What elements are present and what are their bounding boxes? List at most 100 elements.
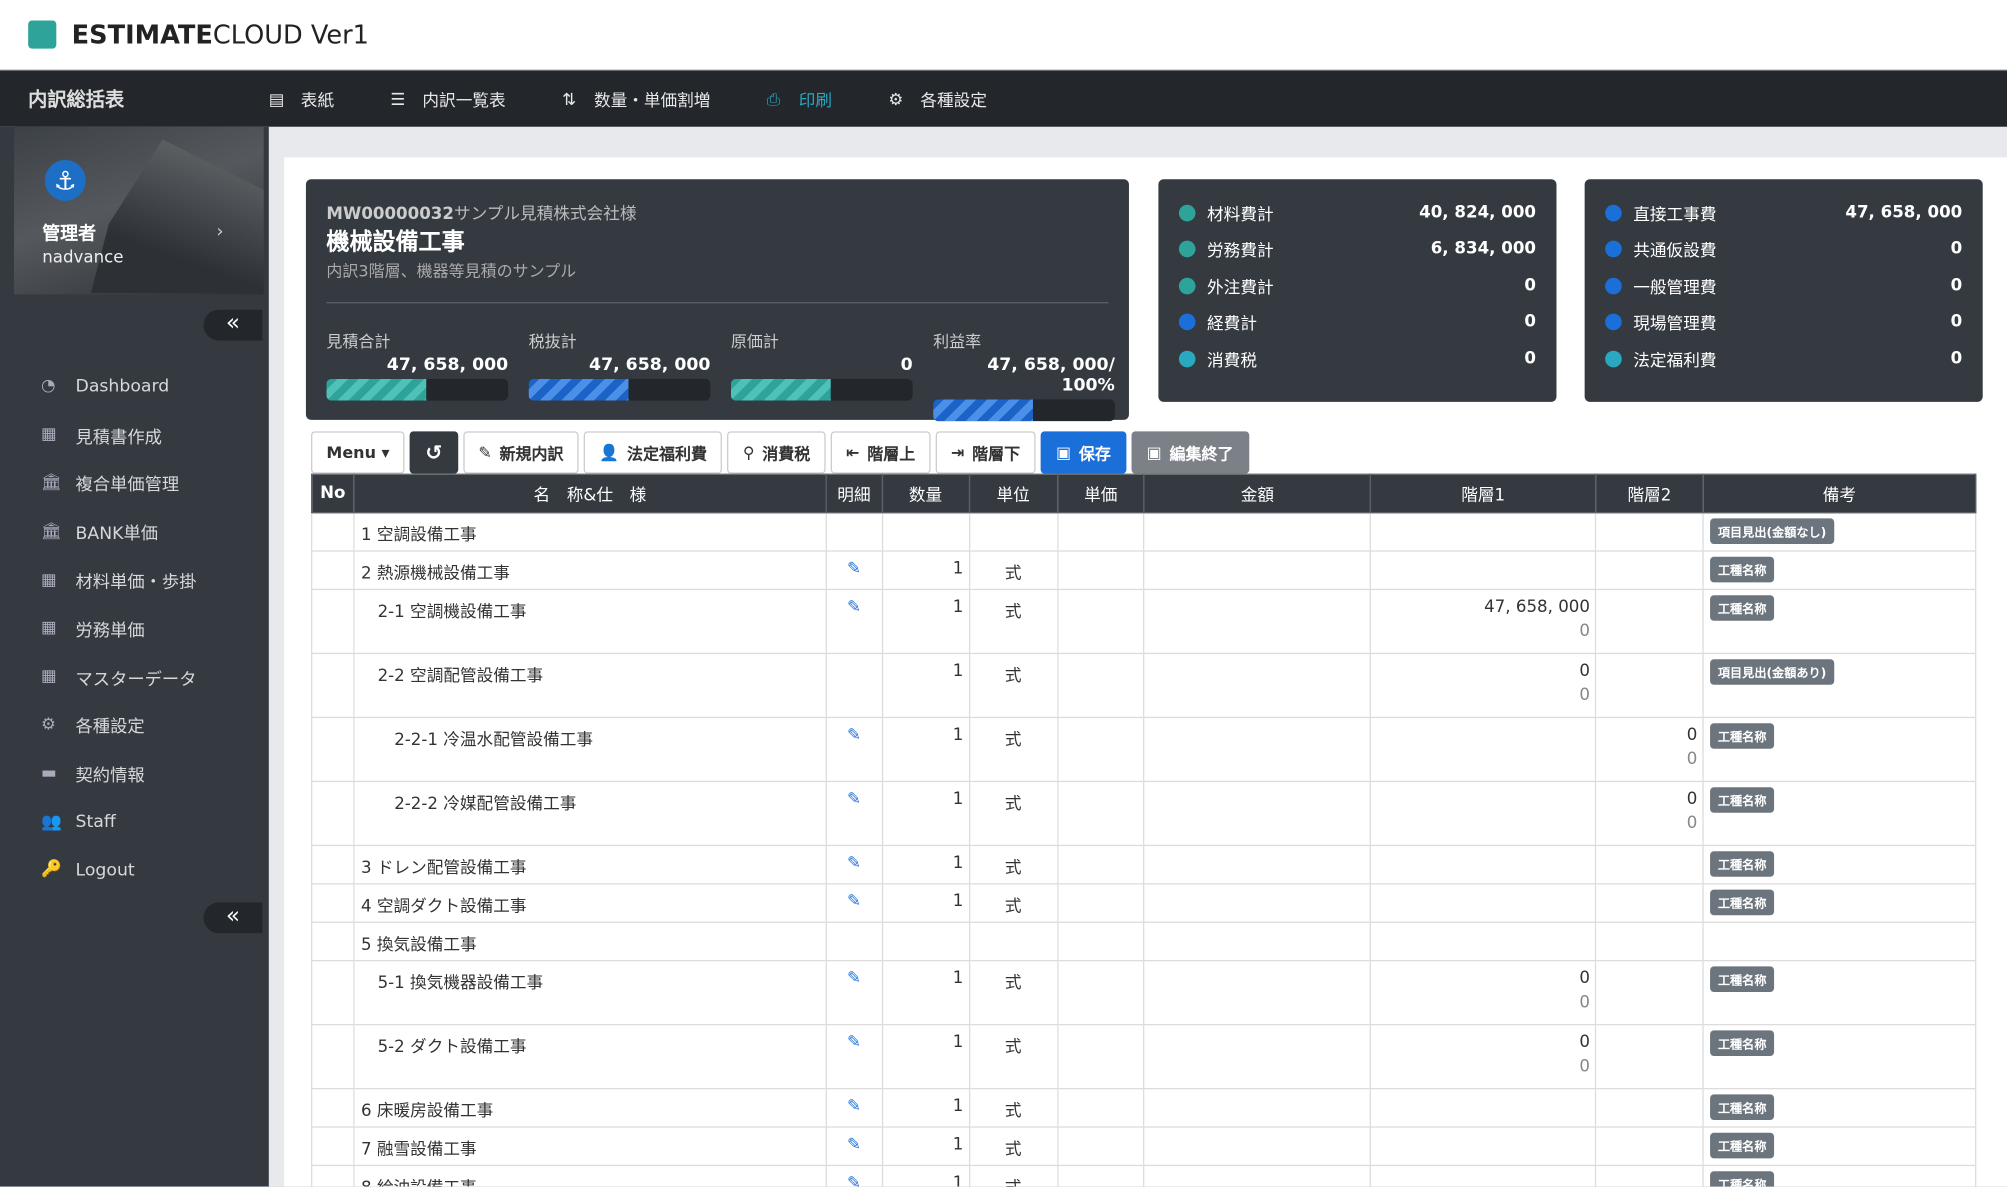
table-row[interactable]: 6 床暖房設備工事 ✎ 1 式 工種名称 <box>311 1088 1977 1128</box>
type-badge[interactable]: 工種名称 <box>1710 723 1775 749</box>
table-row[interactable]: 2-2-1 冷温水配管設備工事 ✎ 1 式 00 工種名称 <box>311 716 1977 783</box>
nav-item-0[interactable]: ▤ 表紙 <box>269 86 334 110</box>
detail-cell[interactable]: ✎ <box>825 588 883 655</box>
table-row[interactable]: 2 熱源機械設備工事 ✎ 1 式 工種名称 <box>311 550 1977 591</box>
sidebar-item-1[interactable]: ▦ 見積書作成 <box>0 411 269 459</box>
detail-cell[interactable]: ✎ <box>825 550 883 591</box>
table-icon: ▦ <box>40 570 57 590</box>
row-name: 8 給油設備工事 <box>353 1164 827 1187</box>
table-row[interactable]: 2-1 空調機設備工事 ✎ 1 式 47, 658, 000 0 工種名称 <box>311 588 1977 655</box>
sidebar-item-7[interactable]: ⚙ 各種設定 <box>0 701 269 749</box>
stat-progress-bar <box>326 378 509 401</box>
edit-icon[interactable]: ✎ <box>847 559 861 578</box>
remarks-cell: 工種名称 <box>1702 1024 1977 1090</box>
sidebar-item-3[interactable]: 🏛 BANK単価 <box>0 507 269 555</box>
chevron-right-icon[interactable]: › <box>216 221 223 241</box>
type-badge[interactable]: 工種名称 <box>1710 1094 1775 1120</box>
detail-cell[interactable]: ✎ <box>825 1024 883 1090</box>
detail-cell[interactable]: ✎ <box>825 1164 883 1187</box>
type-badge[interactable]: 工種名称 <box>1710 1030 1775 1056</box>
sidebar-item-5[interactable]: ▦ 労務単価 <box>0 604 269 652</box>
detail-cell[interactable]: ✎ <box>825 780 883 847</box>
amount-cell <box>1143 921 1372 962</box>
type-badge[interactable]: 工種名称 <box>1710 966 1775 992</box>
sidebar-item-9[interactable]: 👥 Staff <box>0 798 269 846</box>
edit-icon[interactable]: ✎ <box>847 598 861 617</box>
level1-cell <box>1369 550 1597 591</box>
table-row[interactable]: 2-2 空調配管設備工事 1 式 00 項目見出(金額あり) <box>311 652 1977 719</box>
nav-item-3[interactable]: ⎙ 印刷 <box>767 86 832 110</box>
undo-button[interactable]: ↺ <box>410 431 458 474</box>
sidebar-collapse-button[interactable]: « <box>203 309 263 341</box>
save-button[interactable]: ▣ 保存 <box>1040 431 1127 474</box>
edit-icon[interactable]: ✎ <box>847 1033 861 1052</box>
level-up-button[interactable]: ⇤ 階層上 <box>830 431 931 474</box>
type-badge[interactable]: 工種名称 <box>1710 787 1775 813</box>
sidebar-collapse-button-bottom[interactable]: « <box>203 902 263 934</box>
unit-price-cell <box>1056 588 1145 655</box>
finish-editing-button[interactable]: ▣ 編集終了 <box>1131 431 1249 474</box>
detail-cell[interactable]: ✎ <box>825 844 883 885</box>
amount-cell <box>1143 550 1372 591</box>
nav-item-2[interactable]: ⇅ 数量・単価割増 <box>562 86 711 110</box>
detail-cell[interactable]: ✎ <box>825 1088 883 1128</box>
edit-icon[interactable]: ✎ <box>847 969 861 988</box>
edit-icon[interactable]: ✎ <box>847 1174 861 1187</box>
table-row[interactable]: 5 換気設備工事 <box>311 921 1977 962</box>
sidebar-item-6[interactable]: ▦ マスターデータ <box>0 653 269 701</box>
detail-cell[interactable]: ✎ <box>825 959 883 1026</box>
sidebar-item-10[interactable]: 🔑 Logout <box>0 846 269 894</box>
remarks-cell: 項目見出(金額なし) <box>1702 512 1977 552</box>
sidebar-item-8[interactable]: ▬ 契約情報 <box>0 749 269 797</box>
sidebar-item-2[interactable]: 🏛 複合単価管理 <box>0 459 269 507</box>
detail-cell[interactable]: ✎ <box>825 1126 883 1167</box>
type-badge[interactable]: 工種名称 <box>1710 1171 1775 1187</box>
type-badge[interactable]: 工種名称 <box>1710 889 1775 916</box>
level2-cell <box>1595 588 1704 655</box>
sidebar-item-0[interactable]: ◔ Dashboard <box>0 362 269 410</box>
unit-cell: 式 <box>968 716 1058 783</box>
type-badge[interactable]: 項目見出(金額あり) <box>1710 659 1834 685</box>
edit-icon[interactable]: ✎ <box>847 726 861 745</box>
table-row[interactable]: 5-2 ダクト設備工事 ✎ 1 式 00 工種名称 <box>311 1024 1977 1090</box>
type-badge[interactable]: 工種名称 <box>1710 595 1775 621</box>
menu-dropdown-button[interactable]: Menu ▾ <box>311 431 405 474</box>
table-row[interactable]: 3 ドレン配管設備工事 ✎ 1 式 工種名称 <box>311 844 1977 885</box>
type-badge[interactable]: 工種名称 <box>1710 851 1775 877</box>
amount-cell <box>1143 512 1372 552</box>
sidebar-item-4[interactable]: ▦ 材料単価・歩掛 <box>0 556 269 604</box>
cost-panel-2: 直接工事費 47, 658, 000 共通仮設費 0 一般管理費 0 現場管理費 0 法定福利費… <box>1584 179 1983 402</box>
remarks-cell: 工種名称 <box>1702 780 1977 847</box>
edit-icon[interactable]: ✎ <box>847 854 861 873</box>
status-dot-icon <box>1178 350 1196 367</box>
table-row[interactable]: 5-1 換気機器設備工事 ✎ 1 式 00 工種名称 <box>311 959 1977 1026</box>
table-row[interactable]: 4 空調ダクト設備工事 ✎ 1 式 工種名称 <box>311 883 1977 923</box>
user-profile[interactable]: ⚓ 管理者 nadvance › <box>14 126 264 295</box>
edit-icon[interactable]: ✎ <box>847 1135 861 1154</box>
type-badge[interactable]: 工種名称 <box>1710 556 1775 583</box>
table-row[interactable]: 8 給油設備工事 ✎ 1 式 工種名称 <box>311 1164 1977 1187</box>
edit-icon[interactable]: ✎ <box>847 1097 861 1116</box>
amount-cell <box>1143 780 1372 847</box>
table-row[interactable]: 7 融雪設備工事 ✎ 1 式 工種名称 <box>311 1126 1977 1167</box>
edit-icon[interactable]: ✎ <box>847 892 861 911</box>
nav-item-1[interactable]: ☰ 内訳一覧表 <box>390 86 505 110</box>
row-number-cell <box>311 959 355 1026</box>
unit-cell: 式 <box>968 588 1058 655</box>
stat-label: 原価計 <box>730 331 779 351</box>
welfare-button[interactable]: 👤 法定福利費 <box>584 431 723 474</box>
toolbar: Menu ▾ ↺ ✎ 新規内訳 👤 法定福利費 ⚲ 消費税 ⇤ 階層上 ⇥ 階層下 ▣ 保存… <box>311 431 1249 474</box>
nav-item-4[interactable]: ⚙ 各種設定 <box>888 86 987 110</box>
type-badge[interactable]: 項目見出(金額なし) <box>1710 518 1834 544</box>
new-item-button[interactable]: ✎ 新規内訳 <box>463 431 579 474</box>
type-badge[interactable]: 工種名称 <box>1710 1132 1775 1159</box>
table-row[interactable]: 1 空調設備工事 項目見出(金額なし) <box>311 512 1977 552</box>
detail-cell[interactable]: ✎ <box>825 716 883 783</box>
table-row[interactable]: 2-2-2 冷媒配管設備工事 ✎ 1 式 00 工種名称 <box>311 780 1977 847</box>
amount-cell <box>1143 716 1372 783</box>
tax-button[interactable]: ⚲ 消費税 <box>727 431 826 474</box>
detail-cell[interactable]: ✎ <box>825 883 883 923</box>
edit-icon[interactable]: ✎ <box>847 790 861 809</box>
level-down-button[interactable]: ⇥ 階層下 <box>935 431 1036 474</box>
bank-icon: 🏛 <box>40 473 63 493</box>
